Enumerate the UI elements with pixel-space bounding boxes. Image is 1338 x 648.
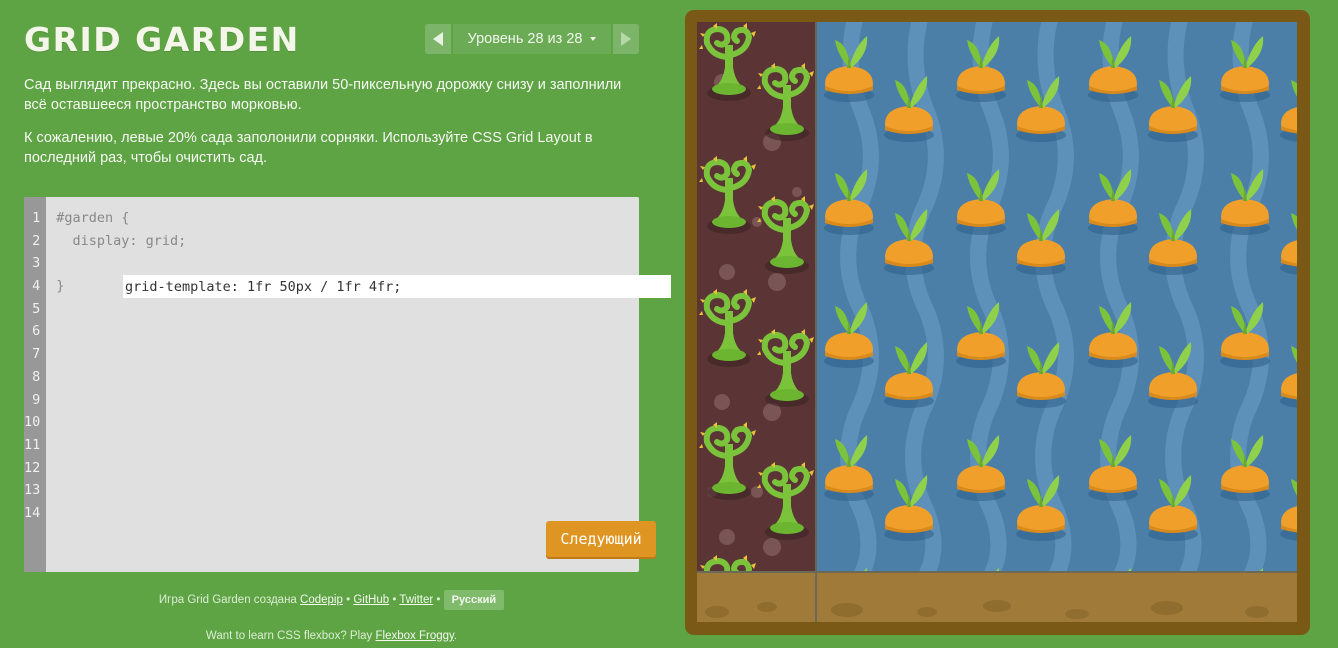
line-number: 7 [32, 346, 41, 363]
line-number: 13 [24, 482, 41, 499]
garden-path [697, 572, 1297, 622]
caret-down-icon [590, 37, 597, 41]
arrow-left-icon [433, 32, 443, 46]
instruction-paragraph: К сожалению, левые 20% сада заполонили с… [24, 130, 593, 166]
line-number: 14 [24, 504, 41, 521]
line-number: 4 [32, 278, 41, 295]
css-input[interactable] [123, 275, 672, 299]
flexbox-froggy-link[interactable]: Flexbox Froggy [376, 630, 454, 642]
separator: • [392, 594, 397, 606]
line-number: 6 [32, 323, 41, 340]
instruction-paragraph: Сад выглядит прекрасно. Здесь вы оставил… [24, 77, 622, 113]
separator: • [436, 594, 441, 606]
line-number: 10 [24, 414, 41, 431]
code-area: #garden { display: grid; } Следующий [46, 197, 672, 572]
level-selector[interactable]: Уровень 28 из 28 [453, 24, 611, 54]
line-number: 1 [32, 210, 41, 226]
flexbox-froggy-promo: Want to learn CSS flexbox? Play Flexbox … [24, 630, 639, 642]
css-editor: 1 2 3 4 5 6 7 8 9 10 11 12 13 14 #garden… [24, 197, 672, 572]
code-input-row [56, 252, 672, 299]
level-navigation: Уровень 28 из 28 [425, 24, 639, 54]
line-number: 2 [32, 232, 41, 249]
language-button[interactable]: Русский [443, 590, 505, 610]
line-number: 11 [24, 436, 41, 453]
promo-suffix: . [453, 630, 458, 642]
arrow-right-icon [621, 32, 631, 46]
line-number: 3 [32, 255, 41, 272]
garden-frame [685, 10, 1310, 635]
garden [697, 22, 1297, 622]
line-number: 8 [32, 368, 41, 385]
instructions: Сад выглядит прекрасно. Здесь вы оставил… [24, 76, 639, 182]
separator: • [346, 594, 351, 606]
credits: Игра Grid Garden создана Codepip • GitHu… [24, 590, 639, 610]
twitter-link[interactable]: Twitter [399, 594, 433, 606]
github-link[interactable]: GitHub [353, 594, 389, 606]
line-number: 12 [24, 459, 41, 476]
line-number: 5 [32, 300, 41, 317]
code-line: #garden { [56, 210, 130, 226]
next-button[interactable]: Следующий [546, 521, 657, 557]
credits-text: Игра Grid Garden создана [158, 594, 297, 606]
line-numbers: 1 2 3 4 5 6 7 8 9 10 11 12 13 14 [24, 197, 47, 572]
next-level-arrow[interactable] [613, 24, 639, 54]
level-label: Уровень 28 из 28 [467, 31, 583, 47]
codepip-link[interactable]: Codepip [300, 594, 343, 606]
previous-level-button[interactable] [425, 24, 451, 54]
code-line: display: grid; [56, 232, 187, 249]
promo-text: Want to learn CSS flexbox? Play [205, 630, 373, 642]
garden-scene [697, 22, 1297, 622]
app-title: GRID GARDEN [24, 20, 300, 59]
line-number: 9 [32, 391, 41, 408]
